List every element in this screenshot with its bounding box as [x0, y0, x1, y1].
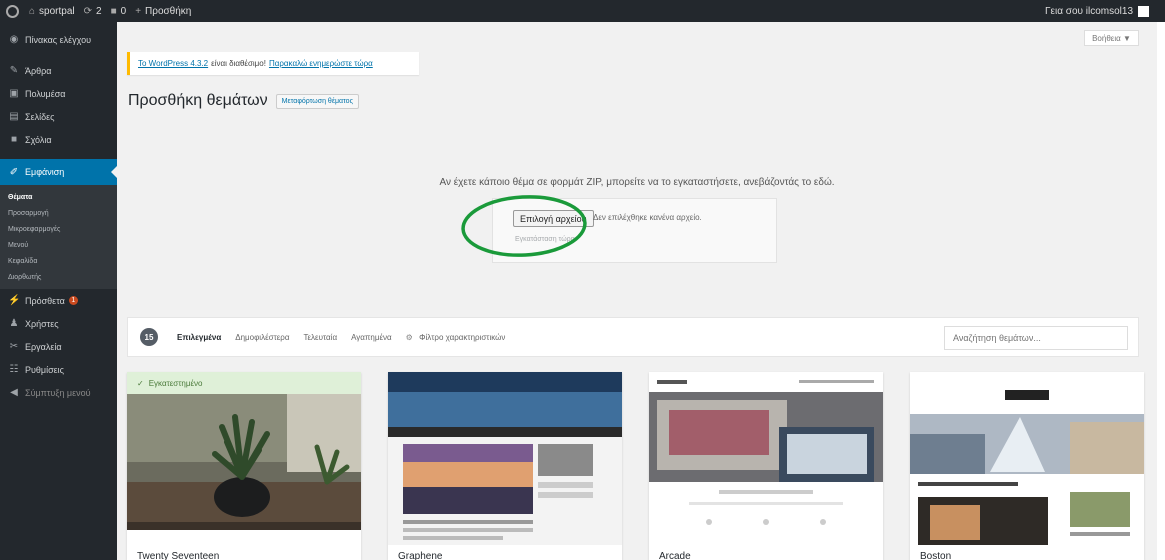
submenu-themes[interactable]: Θέματα	[0, 189, 117, 205]
avatar	[1138, 5, 1149, 17]
theme-screenshot	[649, 372, 883, 545]
plus-icon: +	[135, 5, 142, 17]
theme-name: Boston	[920, 551, 952, 560]
sidebar-item-label: Ρυθμίσεις	[25, 364, 65, 375]
sidebar-item-users[interactable]: ♟ Χρήστες	[0, 312, 117, 335]
sidebar-item-tools[interactable]: ✂ Εργαλεία	[0, 335, 117, 358]
update-notice: Το WordPress 4.3.2 είναι διαθέσιμο! Παρα…	[127, 52, 419, 75]
admin-sidebar: ◉ Πίνακας ελέγχου ✎ Άρθρα ▣ Πολυμέσα ▤ Σ…	[0, 22, 117, 560]
feature-filter-label: Φίλτρο χαρακτηριστικών	[419, 332, 506, 342]
theme-count-badge: 15	[140, 328, 158, 346]
sidebar-item-label: Πολυμέσα	[25, 88, 66, 99]
sidebar-item-dashboard[interactable]: ◉ Πίνακας ελέγχου	[0, 28, 117, 51]
theme-name: Twenty Seventeen	[137, 551, 220, 560]
wordpress-logo-icon[interactable]	[6, 4, 19, 18]
media-icon: ▣	[9, 88, 19, 99]
home-icon: ⌂	[29, 5, 36, 17]
sidebar-item-label: Σχόλια	[25, 134, 52, 145]
submenu-customize[interactable]: Προσαρμογή	[0, 205, 117, 221]
filter-featured[interactable]: Επιλεγμένα	[177, 333, 221, 342]
user-account-menu[interactable]: Γεια σου ilcomsol13	[1045, 5, 1149, 17]
new-content-link[interactable]: + Προσθήκη	[135, 6, 191, 17]
filter-latest[interactable]: Τελευταία	[303, 333, 337, 342]
theme-card-arcade[interactable]: Arcade	[649, 372, 883, 560]
theme-name: Graphene	[398, 551, 443, 560]
wordpress-version-link[interactable]: Το WordPress 4.3.2	[138, 59, 208, 68]
sidebar-item-plugins[interactable]: ⚡ Πρόσθετα 1	[0, 289, 117, 312]
theme-screenshot	[388, 372, 622, 545]
notice-text: είναι διαθέσιμο!	[211, 59, 266, 68]
sidebar-item-label: Χρήστες	[25, 318, 59, 329]
comments-link[interactable]: ■ 0	[111, 6, 127, 17]
comments-count: 0	[120, 5, 127, 17]
theme-search-input[interactable]	[944, 326, 1128, 350]
page-title: Προσθήκη θεμάτων	[128, 92, 268, 109]
sidebar-item-appearance[interactable]: ✐ Εμφάνιση	[0, 159, 117, 185]
pin-icon: ✎	[9, 65, 19, 76]
sidebar-item-media[interactable]: ▣ Πολυμέσα	[0, 82, 117, 105]
updates-count: 2	[96, 5, 102, 17]
theme-name: Arcade	[659, 551, 691, 560]
theme-card-twenty-seventeen[interactable]: ✓ Εγκατεστημένο Twenty Seventeen	[127, 372, 361, 560]
sidebar-item-label: Πίνακας ελέγχου	[25, 34, 92, 45]
site-name-link[interactable]: ⌂ sportpal	[29, 6, 75, 17]
howdy-text: Γεια σου ilcomsol13	[1045, 5, 1133, 17]
help-tab-button[interactable]: Βοήθεια ▼	[1084, 30, 1139, 46]
comment-icon: ■	[10, 134, 18, 145]
no-file-chosen-text: Δεν επιλέχθηκε κανένα αρχείο.	[593, 213, 702, 222]
gear-icon: ⚙	[405, 332, 413, 342]
sidebar-item-posts[interactable]: ✎ Άρθρα	[0, 59, 117, 82]
upload-hint-text: Αν έχετε κάποιο θέμα σε φορμάτ ZIP, μπορ…	[439, 177, 835, 188]
admin-bar: ⌂ sportpal ⟳ 2 ■ 0 + Προσθήκη Γεια σου i…	[0, 0, 1165, 22]
submenu-widgets[interactable]: Μικροεφαρμογές	[0, 221, 117, 237]
dashboard-icon: ◉	[9, 34, 19, 45]
check-icon: ✓	[137, 378, 144, 388]
sidebar-item-label: Σελίδες	[25, 111, 55, 122]
feature-filter-link[interactable]: ⚙ Φίλτρο χαρακτηριστικών	[406, 333, 506, 342]
sidebar-collapse-menu[interactable]: ◀ Σύμπτυξη μενού	[0, 381, 117, 404]
sidebar-item-label: Άρθρα	[25, 65, 52, 76]
theme-filter-bar: 15 Επιλεγμένα Δημοφιλέστερα Τελευταία Αγ…	[127, 317, 1139, 357]
sidebar-item-label: Εμφάνιση	[25, 167, 65, 177]
tools-icon: ✂	[9, 341, 19, 352]
choose-file-button[interactable]: Επιλογή αρχείου	[513, 210, 594, 227]
theme-screenshot	[127, 372, 361, 545]
main-content: Βοήθεια ▼ Το WordPress 4.3.2 είναι διαθέ…	[117, 22, 1157, 560]
submenu-menus[interactable]: Μενού	[0, 237, 117, 253]
page-title-row: Προσθήκη θεμάτων Μεταφόρτωση θέματος	[128, 92, 359, 110]
install-now-button[interactable]: Εγκατάσταση τώρα	[515, 236, 575, 243]
sidebar-item-label: Εργαλεία	[25, 341, 62, 352]
update-now-link[interactable]: Παρακαλώ ενημερώστε τώρα	[269, 59, 373, 68]
sidebar-item-pages[interactable]: ▤ Σελίδες	[0, 105, 117, 128]
site-name: sportpal	[39, 5, 75, 17]
upload-theme-button[interactable]: Μεταφόρτωση θέματος	[275, 93, 359, 109]
filter-popular[interactable]: Δημοφιλέστερα	[235, 333, 289, 342]
upload-theme-form: Επιλογή αρχείου Δεν επιλέχθηκε κανένα αρ…	[492, 198, 777, 263]
submenu-header[interactable]: Κεφαλίδα	[0, 253, 117, 269]
installed-badge: ✓ Εγκατεστημένο	[127, 372, 361, 394]
collapse-icon: ◀	[10, 387, 18, 398]
installed-label: Εγκατεστημένο	[148, 378, 203, 388]
users-icon: ♟	[9, 318, 19, 329]
sidebar-item-settings[interactable]: ☷ Ρυθμίσεις	[0, 358, 117, 381]
theme-screenshot	[910, 372, 1144, 545]
update-count-badge: 1	[68, 296, 78, 305]
settings-icon: ☷	[9, 364, 19, 375]
updates-link[interactable]: ⟳ 2	[84, 6, 102, 17]
appearance-submenu: Θέματα Προσαρμογή Μικροεφαρμογές Μενού Κ…	[0, 185, 117, 289]
theme-card-graphene[interactable]: Graphene	[388, 372, 622, 560]
plugin-icon: ⚡	[8, 295, 21, 306]
brush-icon: ✐	[9, 166, 19, 178]
comment-icon: ■	[110, 5, 117, 17]
sidebar-item-label: Πρόσθετα	[25, 295, 65, 306]
theme-card-boston[interactable]: Boston	[910, 372, 1144, 560]
page-icon: ▤	[9, 111, 19, 122]
sidebar-item-comments[interactable]: ■ Σχόλια	[0, 128, 117, 151]
filter-favorites[interactable]: Αγαπημένα	[351, 333, 392, 342]
refresh-icon: ⟳	[83, 5, 93, 17]
new-content-label: Προσθήκη	[145, 5, 192, 17]
sidebar-item-label: Σύμπτυξη μενού	[25, 387, 91, 398]
submenu-editor[interactable]: Διορθωτής	[0, 269, 117, 285]
